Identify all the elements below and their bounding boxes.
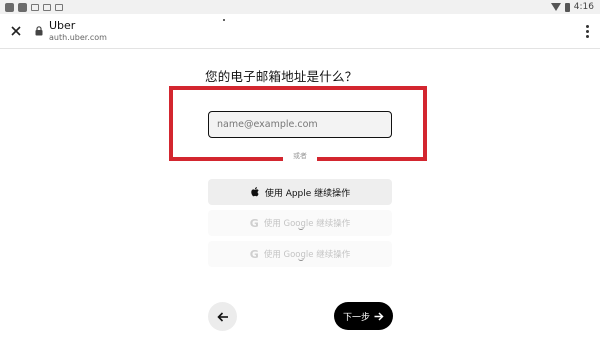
page-title-block: Uber auth.uber.com bbox=[49, 19, 107, 42]
arrow-right-icon bbox=[374, 311, 384, 321]
wifi-icon bbox=[550, 3, 561, 11]
page-url: auth.uber.com bbox=[49, 32, 107, 42]
page-title: Uber bbox=[49, 19, 76, 33]
app-square-icon bbox=[18, 2, 27, 12]
google-button-label-2: 使用 Google 继续操作 bbox=[263, 250, 351, 260]
google-icon: G bbox=[249, 216, 259, 230]
back-button[interactable] bbox=[208, 302, 237, 331]
continue-with-google-button[interactable]: G 使用 Google 继续操作 bbox=[208, 210, 392, 236]
battery-icon bbox=[564, 2, 570, 12]
lock-icon bbox=[34, 26, 44, 37]
close-icon bbox=[11, 26, 21, 36]
apple-icon bbox=[251, 187, 259, 197]
email-input[interactable] bbox=[208, 111, 392, 138]
status-bar-right: 4:16 bbox=[550, 2, 600, 12]
next-button-label: 下一步 bbox=[342, 312, 370, 323]
status-bar: 4:16 bbox=[0, 0, 600, 14]
arrow-left-icon bbox=[216, 311, 228, 322]
lock-icon bbox=[43, 3, 51, 11]
email-heading: 您的电子邮箱地址是什么？ bbox=[205, 69, 358, 84]
more-vert-icon bbox=[585, 24, 589, 28]
google-button-label: 使用 Google 继续操作 bbox=[263, 219, 351, 229]
app-square-icon bbox=[5, 2, 14, 12]
notification-icon bbox=[31, 3, 39, 11]
or-divider: 或者 bbox=[283, 151, 317, 161]
more-menu-button[interactable] bbox=[580, 19, 594, 43]
dot bbox=[223, 19, 225, 21]
browser-header: Uber auth.uber.com bbox=[0, 14, 600, 49]
close-button[interactable] bbox=[2, 17, 30, 45]
continue-with-google-button-2[interactable]: G 使用 Google 继续操作 bbox=[208, 241, 392, 267]
apple-button-label: 使用 Apple 继续操作 bbox=[264, 188, 351, 199]
status-bar-left bbox=[0, 2, 63, 12]
notification-icon bbox=[55, 3, 63, 11]
next-button[interactable]: 下一步 bbox=[334, 302, 393, 330]
status-time: 4:16 bbox=[573, 2, 594, 12]
continue-with-apple-button[interactable]: 使用 Apple 继续操作 bbox=[208, 179, 392, 205]
google-icon: G bbox=[249, 247, 259, 261]
